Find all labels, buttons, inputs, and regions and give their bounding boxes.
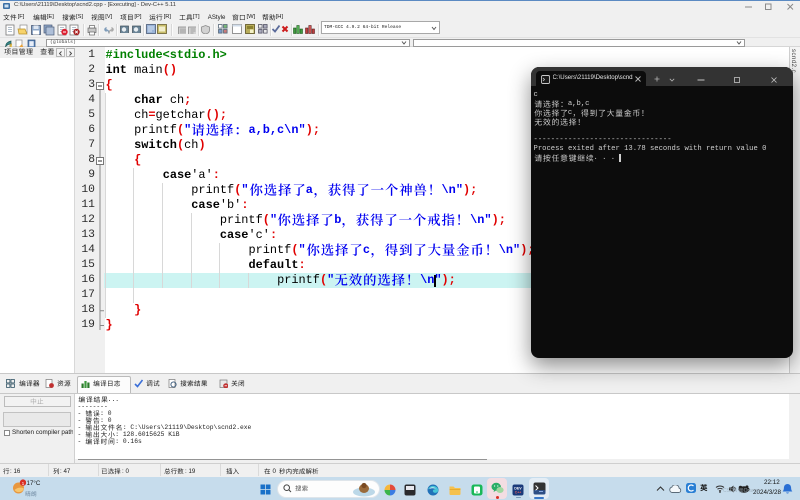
svg-text:C++: C++ xyxy=(515,490,521,494)
svg-text:1: 1 xyxy=(22,480,25,486)
